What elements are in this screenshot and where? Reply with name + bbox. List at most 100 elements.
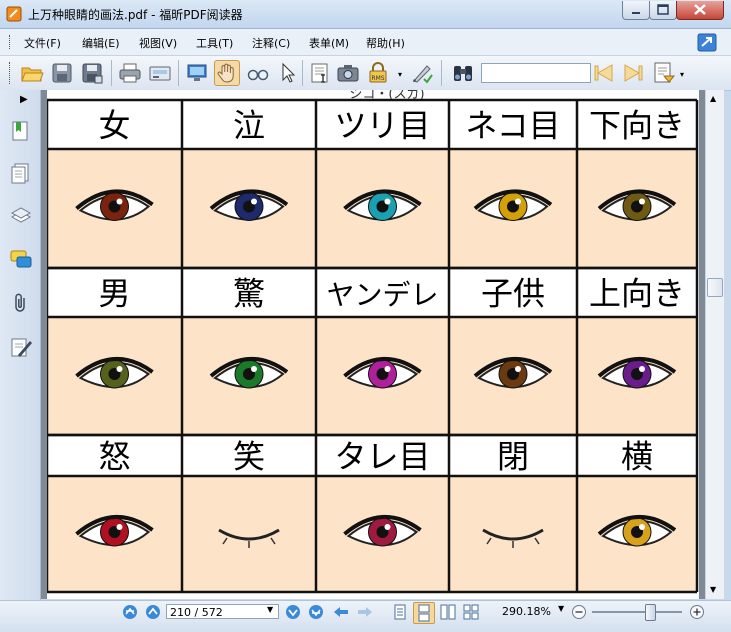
attachments-icon[interactable]	[10, 292, 32, 314]
navigation-sidebar: ▶	[0, 90, 41, 601]
zoom-in-button[interactable]	[689, 604, 705, 624]
eye-highlight	[116, 366, 123, 372]
zoom-out-button[interactable]	[571, 604, 587, 624]
go-forward-button[interactable]	[356, 604, 374, 624]
eye-highlight	[116, 198, 123, 205]
cell-header-label: 怒	[98, 438, 130, 476]
save-icon[interactable]	[50, 61, 74, 85]
next-page-button[interactable]	[285, 604, 301, 624]
previous-page-button[interactable]	[145, 604, 161, 624]
last-page-icon	[309, 605, 323, 619]
menu-forms[interactable]: 表单(M)	[309, 35, 349, 51]
scroll-down-arrow-icon[interactable]: ▼	[710, 585, 716, 594]
menu-edit[interactable]: 编辑(E)	[82, 35, 120, 51]
eye-highlight	[251, 366, 257, 372]
menu-tools[interactable]: 工具(T)	[196, 35, 233, 51]
cell-header-label: ネコ目	[465, 107, 560, 145]
menu-comments[interactable]: 注释(C)	[252, 35, 290, 51]
window-title: 上万种眼睛的画法.pdf - 福昕PDF阅读器	[28, 8, 243, 22]
continuous-facing-view-button[interactable]	[463, 604, 479, 624]
sign-pen-icon[interactable]	[410, 61, 434, 85]
expand-icon	[697, 33, 717, 52]
select-arrow-icon[interactable]	[276, 61, 300, 85]
zoom-dropdown-arrow-icon[interactable]: ▼	[558, 604, 564, 613]
next-result-icon[interactable]	[621, 61, 645, 85]
highlight-dropdown-arrow-icon[interactable]: ▾	[680, 70, 684, 79]
minimize-button[interactable]	[622, 1, 650, 20]
cell-header-label: 子供	[481, 275, 545, 313]
cell-header-label: タレ目	[334, 438, 430, 476]
facing-pages-icon	[440, 604, 456, 620]
cell-header-label: ヤンデレ	[326, 279, 438, 312]
zoom-glasses-icon[interactable]	[246, 61, 270, 85]
single-page-view-button[interactable]	[392, 604, 408, 624]
text-select-icon[interactable]	[308, 61, 332, 85]
eye-highlight	[639, 524, 645, 530]
scroll-up-arrow-icon[interactable]: ▲	[710, 94, 716, 103]
scroll-thumb[interactable]	[707, 278, 723, 297]
menu-view[interactable]: 视图(V)	[139, 35, 177, 51]
find-binoculars-icon[interactable]	[451, 61, 475, 85]
eye-chart-table: シコ・(スガ)女泣ツリ目 ネコ目 下向き男驚ヤンデレ 子供 上向き怒笑タレ目閉横	[45, 90, 699, 594]
search-input[interactable]	[481, 63, 591, 83]
hand-tool-icon[interactable]	[214, 60, 240, 86]
eye-highlight	[116, 524, 123, 530]
cell-header-label: 上向き	[589, 275, 685, 313]
cell-header-label: 驚	[233, 275, 265, 313]
page-number-input[interactable]: 210 / 572	[166, 604, 279, 619]
cell-header-label: 女	[98, 107, 130, 145]
app-icon	[6, 6, 22, 22]
eye-highlight	[384, 524, 391, 530]
vertical-scrollbar[interactable]: ▲ ▼	[705, 90, 724, 599]
pdf-page: シコ・(スガ) 女泣ツリ目 ネコ目 下向き男驚ヤンデレ 子供 上向き怒笑タレ目閉横	[45, 90, 699, 599]
first-page-icon	[123, 605, 137, 619]
rms-dropdown-arrow-icon[interactable]: ▾	[398, 70, 402, 79]
toolbar-separator	[441, 60, 442, 86]
rms-label: RMS	[371, 75, 384, 82]
eye-highlight	[515, 366, 521, 372]
signature-icon[interactable]	[10, 336, 32, 358]
snapshot-icon[interactable]	[336, 61, 360, 85]
document-view[interactable]: シコ・(スガ) 女泣ツリ目 ネコ目 下向き男驚ヤンデレ 子供 上向き怒笑タレ目閉横	[41, 90, 705, 599]
menu-file[interactable]: 文件(F)	[24, 35, 61, 51]
continuous-facing-icon	[463, 604, 479, 620]
previous-result-icon[interactable]	[592, 61, 616, 85]
go-back-button[interactable]	[332, 604, 350, 624]
continuous-view-button[interactable]	[413, 602, 435, 624]
highlight-icon[interactable]	[652, 61, 676, 85]
maximize-button[interactable]	[649, 1, 677, 20]
scan-icon[interactable]	[148, 61, 172, 85]
zoom-level[interactable]: 290.18%	[502, 605, 551, 618]
next-page-icon	[286, 605, 300, 619]
close-button[interactable]	[676, 1, 724, 20]
eye-highlight	[384, 366, 391, 372]
zoom-slider-track[interactable]	[592, 611, 682, 613]
menu-help[interactable]: 帮助(H)	[366, 35, 405, 51]
first-page-button[interactable]	[122, 604, 138, 624]
previous-page-icon	[146, 605, 160, 619]
rms-lock-icon[interactable]: RMS	[366, 61, 390, 85]
layers-icon[interactable]	[10, 204, 32, 226]
zoom-slider-thumb[interactable]	[645, 604, 656, 621]
bookmarks-icon[interactable]	[10, 120, 32, 142]
display-icon[interactable]	[185, 61, 209, 85]
pages-icon[interactable]	[10, 162, 32, 184]
cell-header-label: 下向き	[589, 107, 685, 145]
cell-header-label: ツリ目	[334, 107, 430, 145]
close-icon	[694, 4, 706, 15]
print-icon[interactable]	[118, 61, 142, 85]
cell-header-label: 笑	[233, 438, 265, 476]
comments-icon[interactable]	[10, 248, 32, 270]
sidebar-toggle-arrow-icon[interactable]: ▶	[20, 94, 28, 105]
facing-view-button[interactable]	[440, 604, 456, 624]
open-folder-icon[interactable]	[20, 61, 44, 85]
zoom-in-icon	[690, 605, 704, 619]
last-page-button[interactable]	[308, 604, 324, 624]
expand-window-button[interactable]	[697, 33, 717, 52]
eye-highlight	[515, 198, 521, 205]
page-dropdown-arrow-icon[interactable]: ▼	[267, 605, 273, 614]
save-as-icon[interactable]	[80, 61, 104, 85]
cell-header-label: 男	[98, 275, 130, 313]
forward-arrow-icon	[358, 607, 372, 617]
continuous-page-icon	[418, 604, 430, 622]
